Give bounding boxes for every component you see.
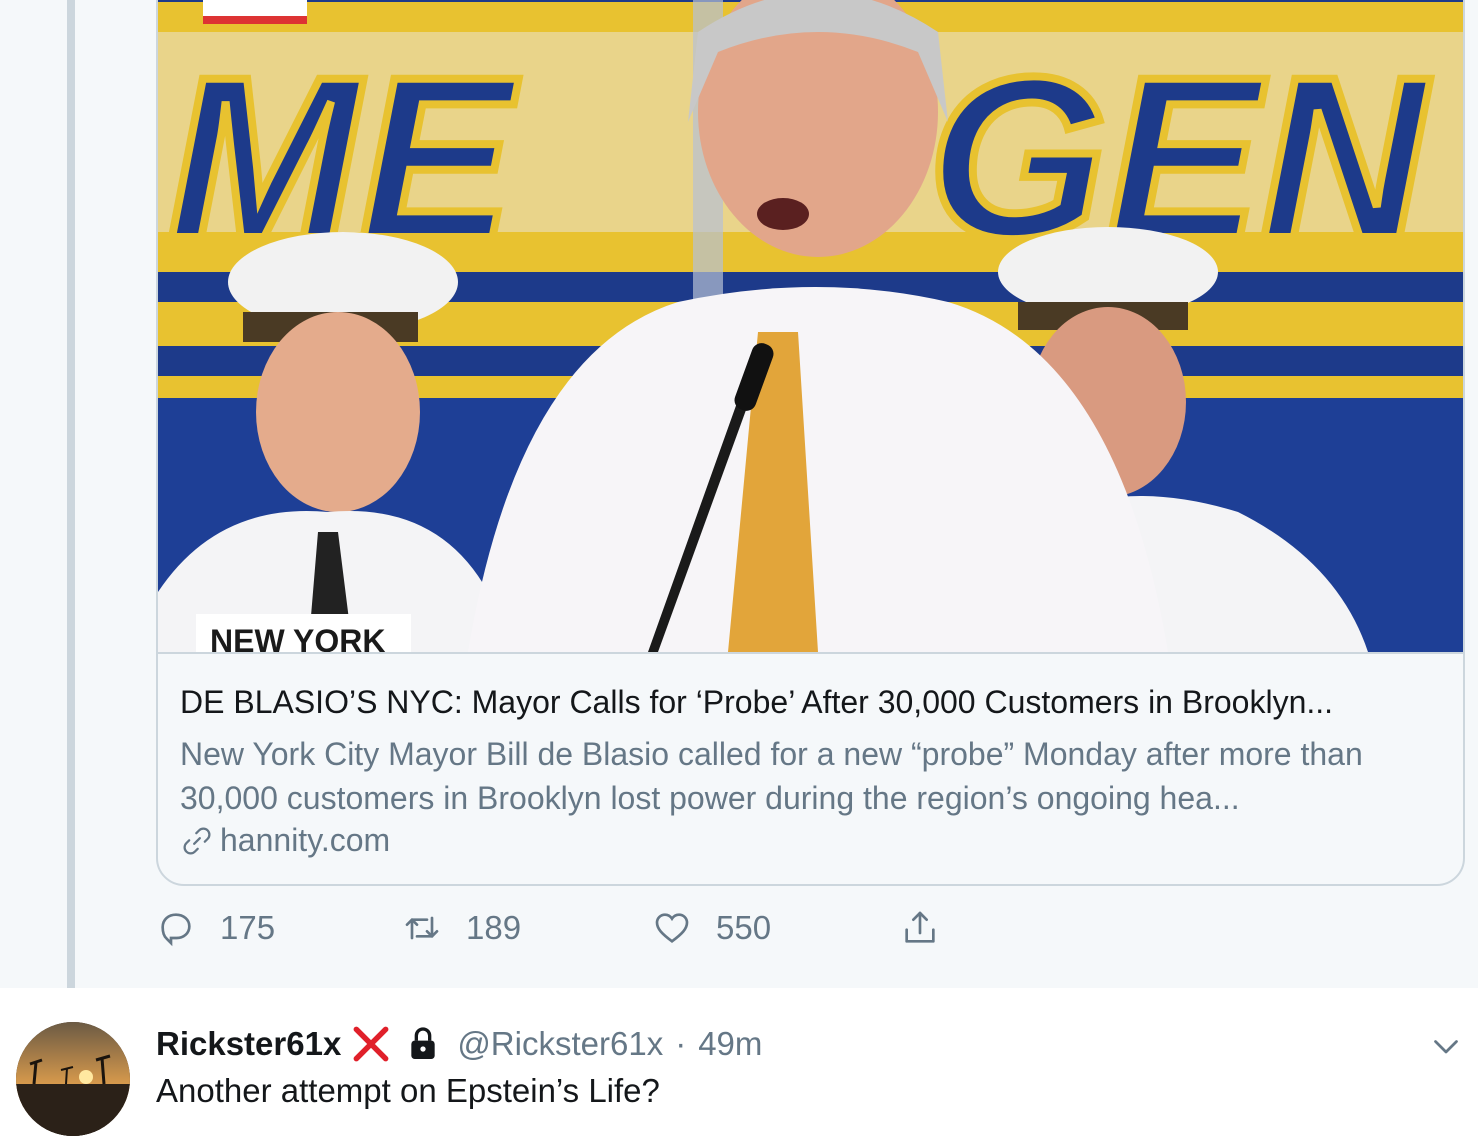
tweet-actions: 175 189 550 bbox=[156, 908, 976, 954]
card-description: New York City Mayor Bill de Blasio calle… bbox=[180, 736, 1363, 816]
reply-icon bbox=[161, 913, 191, 947]
focused-tweet: ME GEN NEW YORK DE BLASIO’S NYC: Mayor C… bbox=[0, 0, 1478, 1010]
card-domain-text: hannity.com bbox=[220, 822, 391, 858]
retweet-icon bbox=[405, 916, 439, 940]
reply-button[interactable]: 175 bbox=[156, 908, 275, 948]
timestamp[interactable]: 49m bbox=[698, 1025, 762, 1063]
red-x-icon bbox=[353, 1026, 389, 1062]
chevron-down-icon[interactable] bbox=[1428, 1028, 1464, 1064]
card-domain[interactable]: hannity.com bbox=[180, 822, 390, 859]
avatar[interactable] bbox=[16, 1022, 130, 1136]
tweet-text: Another attempt on Epstein’s Life? bbox=[156, 1072, 660, 1109]
card-image-caption: NEW YORK bbox=[210, 623, 385, 652]
card-image[interactable]: ME GEN NEW YORK bbox=[158, 0, 1463, 652]
reply-count: 175 bbox=[220, 909, 276, 946]
card-text[interactable]: DE BLASIO’S NYC: Mayor Calls for ‘Probe’… bbox=[158, 652, 1463, 884]
share-icon bbox=[905, 911, 935, 943]
tweet-header: Rickster61x @Rickster61x · 49m bbox=[156, 1022, 762, 1066]
reply-tweet[interactable]: Rickster61x @Rickster61x · 49m Another a… bbox=[0, 988, 1478, 1136]
like-button[interactable]: 550 bbox=[652, 908, 771, 948]
thread-line bbox=[67, 0, 75, 1010]
user-handle[interactable]: @Rickster61x bbox=[457, 1025, 663, 1063]
retweet-button[interactable]: 189 bbox=[402, 908, 521, 948]
link-card[interactable]: ME GEN NEW YORK DE BLASIO’S NYC: Mayor C… bbox=[156, 0, 1465, 886]
display-name[interactable]: Rickster61x bbox=[156, 1025, 341, 1063]
link-icon bbox=[183, 827, 211, 854]
separator-dot: · bbox=[675, 1025, 687, 1062]
like-icon bbox=[655, 913, 689, 944]
lock-icon bbox=[411, 1027, 435, 1059]
card-title[interactable]: DE BLASIO’S NYC: Mayor Calls for ‘Probe’… bbox=[180, 684, 1450, 721]
retweet-count: 189 bbox=[466, 909, 522, 946]
share-button[interactable] bbox=[900, 908, 940, 948]
like-count: 550 bbox=[716, 909, 772, 946]
